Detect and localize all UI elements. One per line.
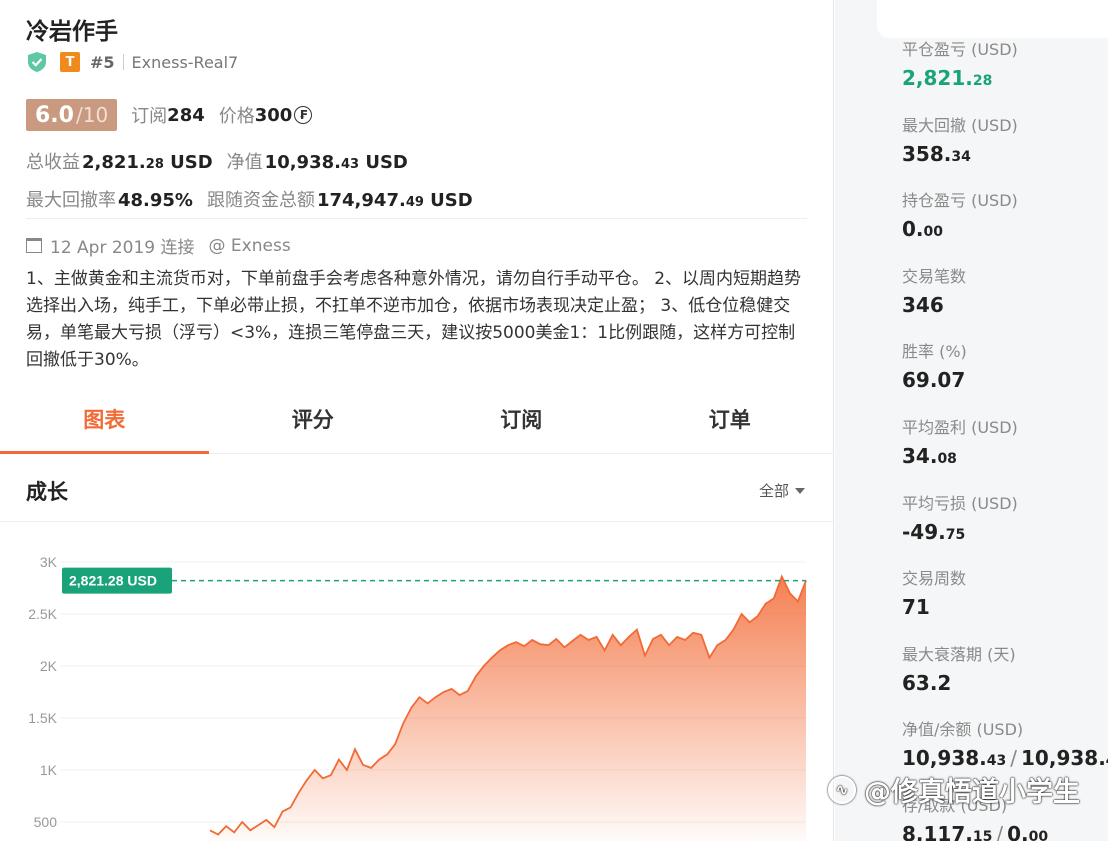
divider <box>26 218 807 219</box>
trader-name: 冷岩作手 <box>26 19 118 45</box>
chevron-down-icon <box>795 487 805 494</box>
y-tick-label: 500 <box>34 814 58 830</box>
stat-label: 交易周数 <box>902 569 967 588</box>
broker-name: @ Exness <box>208 235 291 256</box>
tab-chart[interactable]: 图表 <box>0 390 209 454</box>
stat-item: 胜率 (%) 69.07 <box>902 338 967 392</box>
trader-badges: T #5 Exness-Real7 <box>26 50 238 74</box>
total-profit-label: 总收益 <box>26 152 80 173</box>
trader-detail-panel: 冷岩作手 T #5 Exness-Real7 6.0 /10 订阅 284 价格… <box>0 0 834 841</box>
tab-orders[interactable]: 订单 <box>626 390 835 453</box>
stat-label: 最大回撤 (USD) <box>902 116 1018 135</box>
stat-item: 最大回撤 (USD) 358.34 <box>902 112 1018 166</box>
follow-funds-label: 跟随资金总额 <box>206 190 315 211</box>
growth-chart[interactable]: 3K 2.5K 2K 1.5K 1K 500 2,821.28 USD <box>0 530 834 841</box>
stat-label: 持仓盈亏 (USD) <box>902 191 1018 210</box>
connection-info: 12 Apr 2019 连接 @ Exness <box>26 233 291 258</box>
stat-value: 10,938.43/10,938.43 <box>902 746 1108 770</box>
drawdown-stats-row: 最大回撤率 48.95% 跟随资金总额 174,947.49 USD <box>26 186 473 211</box>
score-value: 6.0 <box>35 102 74 128</box>
stat-item: 交易周数 71 <box>902 565 966 619</box>
range-filter-dropdown[interactable]: 全部 <box>759 480 805 501</box>
y-tick-label: 1K <box>40 762 58 778</box>
growth-title: 成长 <box>26 480 68 504</box>
stat-label: 交易笔数 <box>902 267 967 286</box>
y-tick-label: 2K <box>40 658 58 674</box>
trader-type-badge: T <box>60 52 80 72</box>
stat-value: 358.34 <box>902 142 971 166</box>
stat-label: 最大衰落期 (天) <box>902 645 1016 664</box>
stat-item: 平均亏损 (USD) -49.75 <box>902 490 1018 544</box>
stat-value: -49.75 <box>902 520 966 544</box>
tab-bar: 图表 评分 订阅 订单 <box>0 390 834 454</box>
total-profit-value: 2,821.28 USD <box>82 152 213 173</box>
weibo-icon: ∿ <box>828 775 856 804</box>
price-label: 价格 <box>218 106 255 127</box>
price-value: 300 <box>254 104 293 126</box>
stat-label: 平均亏损 (USD) <box>902 494 1018 513</box>
stat-value: 71 <box>902 595 930 619</box>
stat-item: 平仓盈亏 (USD) 2,821.28 <box>902 36 1018 90</box>
follow-funds-value: 174,947.49 USD <box>316 190 473 211</box>
divider <box>122 54 124 70</box>
score-row: 6.0 /10 订阅 284 价格 300 ₣ <box>26 99 313 131</box>
stat-value: 8,117.15/0.00 <box>902 822 1049 841</box>
stat-item: 交易笔数 346 <box>902 263 966 317</box>
top-card <box>877 0 1108 38</box>
subscribers-label: 订阅 <box>131 106 168 127</box>
tab-rating[interactable]: 评分 <box>209 390 418 453</box>
watermark: ∿ @修真悟道小学生 <box>828 770 1080 809</box>
y-tick-label: 2.5K <box>28 606 57 622</box>
calendar-icon <box>26 238 42 253</box>
profit-stats-row: 总收益 2,821.28 USD 净值 10,938.43 USD <box>26 148 408 173</box>
statistics-panel: 平仓盈亏 (USD) 2,821.28 最大回撤 (USD) 358.34 持仓盈亏 (… <box>835 0 1108 841</box>
stat-item: 持仓盈亏 (USD) 0.00 <box>902 187 1018 241</box>
coin-icon: ₣ <box>294 106 313 124</box>
stat-item: 最大衰落期 (天) 63.2 <box>902 641 1016 695</box>
range-filter-label: 全部 <box>758 482 789 500</box>
stat-value: 346 <box>902 293 944 317</box>
stat-label: 平仓盈亏 (USD) <box>902 40 1018 59</box>
stat-value: 34.08 <box>902 444 957 468</box>
stat-value: 63.2 <box>902 671 952 695</box>
equity-label: 净值 <box>226 152 263 173</box>
score-max: /10 <box>75 103 109 127</box>
stat-label: 净值/余额 (USD) <box>902 720 1024 739</box>
stat-item: 平均盈利 (USD) 34.08 <box>902 414 1018 468</box>
y-tick-label: 3K <box>40 554 58 570</box>
watermark-text: @修真悟道小学生 <box>864 777 1080 808</box>
stat-label: 胜率 (%) <box>902 342 967 361</box>
score-badge: 6.0 /10 <box>26 99 118 131</box>
max-drawdown-label: 最大回撤率 <box>26 190 116 211</box>
stat-value: 2,821.28 <box>902 66 993 90</box>
stat-equity-balance: 净值/余额 (USD) 10,938.43/10,938.43 <box>902 716 1108 770</box>
strategy-description: 1、主做黄金和主流货币对，下单前盘手会考虑各种意外情况，请勿自行手动平仓。 2、… <box>26 269 802 370</box>
connection-date: 12 Apr 2019 连接 <box>50 238 195 258</box>
current-value-text: 2,821.28 USD <box>69 573 157 589</box>
subscribers-value: 284 <box>167 104 205 126</box>
tab-subscribe[interactable]: 订阅 <box>417 390 626 453</box>
max-drawdown-value: 48.95% <box>118 190 193 211</box>
y-tick-label: 1.5K <box>28 710 57 726</box>
divider <box>0 521 833 522</box>
stat-value: 0.00 <box>902 217 943 241</box>
rank-label: #5 <box>90 52 115 72</box>
verified-shield-icon <box>28 52 46 72</box>
server-name: Exness-Real7 <box>131 52 239 72</box>
stat-value: 69.07 <box>902 368 966 392</box>
growth-area <box>210 576 806 841</box>
equity-value: 10,938.43 USD <box>264 152 408 173</box>
stat-label: 平均盈利 (USD) <box>902 418 1018 437</box>
current-value-tag: 2,821.28 USD <box>62 567 172 594</box>
